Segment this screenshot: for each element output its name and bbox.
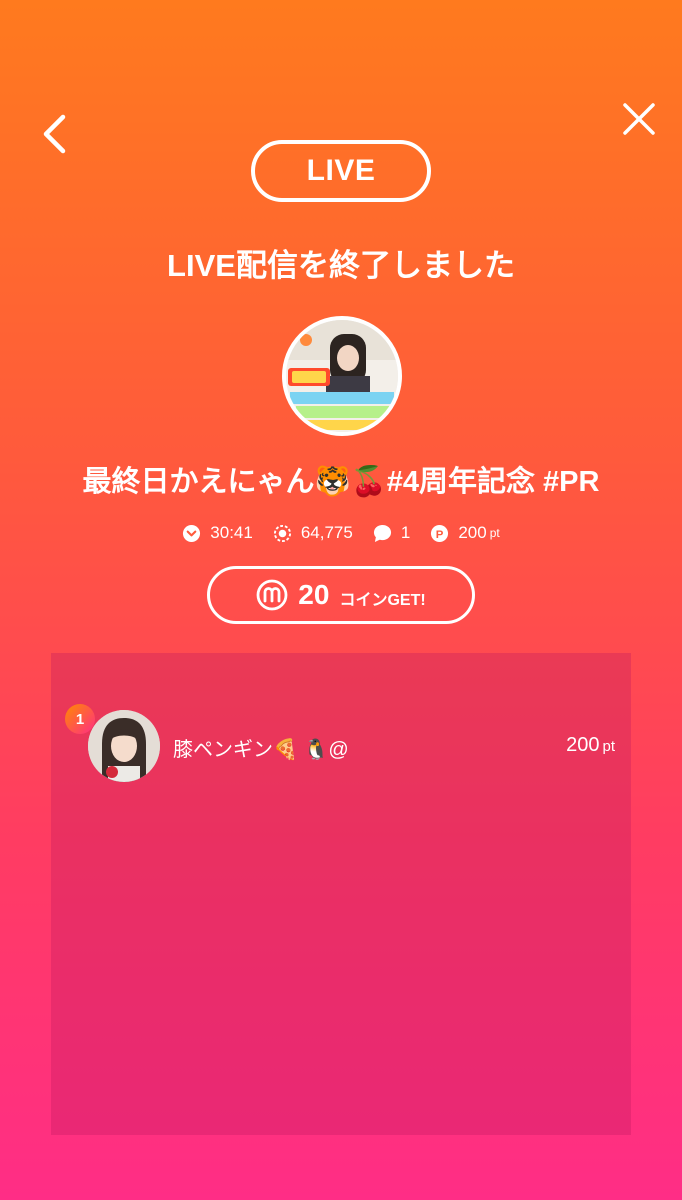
coin-amount: 20 [298, 579, 330, 610]
user-points-unit: pt [602, 738, 615, 755]
coin-label: コインGET! [339, 592, 426, 609]
stream-title: 最終日かえにゃん🐯🍒#4周年記念 #PR [82, 466, 600, 498]
back-button[interactable] [34, 110, 74, 158]
comment-icon [373, 524, 391, 542]
coin-icon [256, 579, 288, 611]
avatar [88, 710, 160, 782]
duration-value: 30:41 [210, 523, 253, 542]
live-badge: LIVE [251, 140, 431, 202]
user-points-value: 200 [566, 734, 600, 756]
user-name: 膝ペンギン🍕 🐧@ [173, 739, 349, 761]
list-item[interactable]: 1 膝ペンギン🍕 🐧@ 200 pt [51, 653, 631, 793]
views-value: 64,775 [300, 523, 353, 542]
stream-ended-message: LIVE配信を終了しました [167, 248, 515, 283]
comments-stat: 1 [373, 523, 410, 543]
comments-value: 1 [400, 523, 411, 542]
duration-stat: 30:41 [182, 523, 253, 543]
views-stat: 64,775 [273, 523, 353, 543]
points-icon: P [431, 524, 449, 542]
svg-text:P: P [436, 528, 444, 540]
rank-badge: 1 [65, 704, 95, 734]
points-unit: pt [489, 526, 500, 540]
close-icon [623, 103, 655, 135]
close-button[interactable] [622, 102, 656, 136]
points-stat: P 200 pt [430, 523, 500, 543]
user-points: 200 pt [566, 734, 615, 757]
clock-icon [183, 524, 201, 542]
stream-thumbnail [282, 316, 402, 436]
coin-get-button[interactable]: 20 コインGET! [207, 566, 475, 624]
points-value: 200 [458, 523, 487, 542]
live-label: LIVE [306, 154, 376, 187]
ranking-panel: 1 膝ペンギン🍕 🐧@ 200 pt [51, 653, 631, 1135]
chevron-left-icon [43, 114, 66, 154]
viewers-icon [273, 524, 291, 542]
stream-stats: 30:41 64,775 1 P 200 pt [0, 520, 682, 546]
